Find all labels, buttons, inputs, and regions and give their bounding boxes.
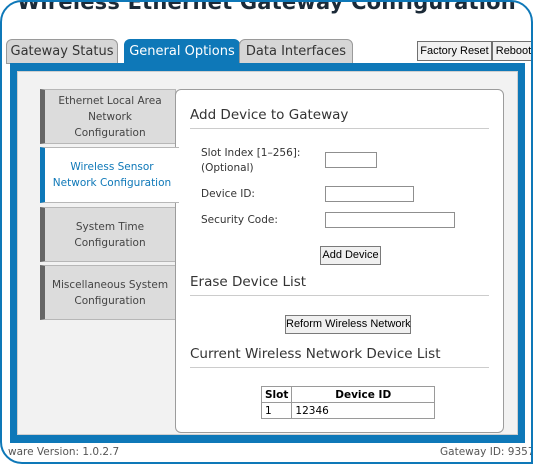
slot-cell: 1: [260, 402, 293, 419]
column-header-slot: Slot: [260, 386, 293, 403]
add-device-button[interactable]: Add Device: [320, 246, 381, 265]
tab-general-options[interactable]: General Options: [124, 39, 240, 65]
add-device-heading: Add Device to Gateway: [190, 107, 349, 123]
device-table: Slot Device ID 1 12346: [260, 386, 435, 419]
column-header-device-id: Device ID: [291, 386, 435, 403]
slot-index-label: Slot Index [1–256]: (Optional): [201, 147, 301, 174]
sidebar-item-label: System Time Configuration: [74, 220, 146, 249]
main-panel: Ethernet Local Area Network Configuratio…: [10, 63, 525, 443]
gateway-id: Gateway ID: 9357: [440, 446, 533, 458]
tab-gateway-status[interactable]: Gateway Status: [6, 39, 118, 64]
reboot-button[interactable]: Reboot: [492, 41, 531, 61]
divider: [190, 367, 489, 368]
sidebar-item-wireless-sensor-network[interactable]: Wireless Sensor Network Configuration: [40, 147, 179, 203]
divider: [190, 128, 489, 129]
tab-data-interfaces[interactable]: Data Interfaces: [239, 39, 353, 64]
security-code-input[interactable]: [325, 212, 455, 228]
sidebar-item-label: Miscellaneous System Configuration: [51, 278, 169, 307]
sidebar-item-label: Wireless Sensor Network Configuration: [52, 161, 172, 189]
device-id-cell: 12346: [291, 402, 435, 419]
slot-index-input[interactable]: [325, 152, 377, 168]
table-header-row: Slot Device ID: [260, 386, 435, 403]
sidebar-item-label: Ethernet Local Area Network Configuratio…: [58, 94, 162, 139]
app-window: Wireless Ethernet Gateway Configuration …: [0, 0, 533, 464]
sidebar-item-ethernet-lan[interactable]: Ethernet Local Area Network Configuratio…: [40, 89, 176, 144]
device-id-input[interactable]: [325, 186, 414, 202]
reform-network-button[interactable]: Reform Wireless Network: [285, 315, 411, 334]
panel-body: Ethernet Local Area Network Configuratio…: [17, 71, 518, 435]
page-title: Wireless Ethernet Gateway Configuration: [17, 0, 516, 14]
device-id-label: Device ID:: [201, 188, 255, 200]
sidebar-item-system-time[interactable]: System Time Configuration: [40, 207, 176, 262]
firmware-version: ware Version: 1.0.2.7: [8, 446, 120, 458]
factory-reset-button[interactable]: Factory Reset: [417, 41, 492, 61]
table-row: 1 12346: [260, 402, 435, 419]
security-code-label: Security Code:: [201, 214, 278, 226]
device-list-heading: Current Wireless Network Device List: [190, 346, 441, 362]
content-card: Add Device to Gateway Slot Index [1–256]…: [175, 89, 504, 433]
erase-device-heading: Erase Device List: [190, 274, 307, 290]
divider: [190, 295, 489, 296]
sidebar-item-miscellaneous[interactable]: Miscellaneous System Configuration: [40, 265, 176, 320]
